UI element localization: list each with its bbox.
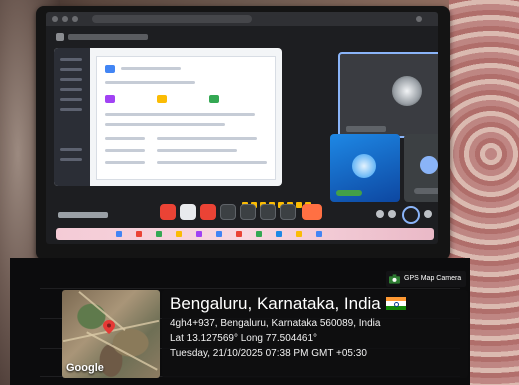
photo-scene: GPS Map Camera Google Bengaluru, Karnata… xyxy=(0,0,519,385)
india-flag-icon xyxy=(385,297,406,310)
present-button[interactable] xyxy=(220,204,236,220)
window-dot-icon xyxy=(72,16,78,22)
end-call-button[interactable] xyxy=(302,204,322,220)
shared-screen-tile xyxy=(54,48,282,186)
taskbar-app-icon[interactable] xyxy=(316,231,322,237)
meeting-title-blurred xyxy=(68,34,148,40)
info-icon[interactable] xyxy=(376,210,384,218)
camera-icon xyxy=(389,274,400,284)
window-dot-icon xyxy=(52,16,58,22)
doc-line xyxy=(157,137,257,140)
browser-toolbar xyxy=(46,12,438,26)
sidebar-line xyxy=(60,78,82,81)
taskbar-app-icon[interactable] xyxy=(256,231,262,237)
activities-icon[interactable] xyxy=(402,206,420,224)
doc-line xyxy=(105,123,225,126)
raise-hand-button[interactable] xyxy=(260,204,276,220)
menu-icon xyxy=(416,16,422,22)
people-icon[interactable] xyxy=(388,210,396,218)
window-dot-icon xyxy=(62,16,68,22)
taskbar-app-icon[interactable] xyxy=(156,231,162,237)
doc-line xyxy=(105,137,145,140)
url-bar xyxy=(92,15,252,23)
doc-line xyxy=(105,113,255,116)
participant-tile-avatar[interactable] xyxy=(338,52,438,138)
taskbar-app-icon[interactable] xyxy=(236,231,242,237)
reactions-button[interactable] xyxy=(240,204,256,220)
meeting-time-blurred xyxy=(58,212,108,218)
participant-avatar xyxy=(352,154,376,178)
doc-line xyxy=(105,81,195,84)
taskbar-app-icon[interactable] xyxy=(196,231,202,237)
taskbar-app-icon[interactable] xyxy=(116,231,122,237)
chat-icon[interactable] xyxy=(424,210,432,218)
sidebar-line xyxy=(60,148,82,151)
sidebar-line xyxy=(60,68,82,71)
shared-sidebar xyxy=(54,48,90,186)
camera-button[interactable] xyxy=(180,204,196,220)
map-pin-icon xyxy=(102,320,116,334)
participant-tag xyxy=(414,188,438,194)
gps-badge-label: GPS Map Camera xyxy=(404,275,462,282)
doc-line xyxy=(105,161,145,164)
location-title-row: Bengaluru, Karnataka, India xyxy=(170,294,406,314)
participant-tile-blue[interactable] xyxy=(330,134,400,202)
doc-line xyxy=(105,149,145,152)
sidebar-line xyxy=(60,58,82,61)
doc-chip xyxy=(209,95,219,103)
location-title: Bengaluru, Karnataka, India xyxy=(170,294,381,313)
map-google-label: Google xyxy=(66,362,104,374)
participant-tag xyxy=(336,190,362,196)
mic-off-button[interactable] xyxy=(160,204,176,220)
more-options-button[interactable] xyxy=(280,204,296,220)
taskbar-app-icon[interactable] xyxy=(216,231,222,237)
sidebar-line xyxy=(60,98,82,101)
doc-chip xyxy=(105,95,115,103)
os-taskbar xyxy=(56,228,434,240)
call-controls xyxy=(160,204,330,220)
sidebar-line xyxy=(60,88,82,91)
location-datetime: Tuesday, 21/10/2025 07:38 PM GMT +05:30 xyxy=(170,348,367,359)
meeting-title-area xyxy=(56,32,176,42)
sidebar-line xyxy=(60,158,82,161)
location-info-box: Bengaluru, Karnataka, India 4gh4+937, Be… xyxy=(162,290,468,378)
map-thumbnail: Google xyxy=(62,290,160,378)
taskbar-app-icon[interactable] xyxy=(276,231,282,237)
location-coordinates: Lat 13.127569° Long 77.504461° xyxy=(170,333,318,344)
doc-line xyxy=(157,161,267,164)
taskbar-app-icon[interactable] xyxy=(136,231,142,237)
doc-line xyxy=(157,149,237,152)
captions-button[interactable] xyxy=(200,204,216,220)
sidebar-line xyxy=(60,108,82,111)
shared-document xyxy=(96,56,276,180)
participant-name-blurred xyxy=(346,126,386,132)
meet-icon xyxy=(56,33,64,41)
participant-avatar xyxy=(420,156,438,174)
participant-tile-group[interactable] xyxy=(404,134,438,202)
participant-avatar xyxy=(392,76,422,106)
doc-chip xyxy=(157,95,167,103)
taskbar-app-icon[interactable] xyxy=(176,231,182,237)
gps-camera-badge: GPS Map Camera xyxy=(386,271,466,287)
doc-chip xyxy=(105,65,115,73)
location-address: 4gh4+937, Bengaluru, Karnataka 560089, I… xyxy=(170,318,381,329)
key-row xyxy=(40,288,460,289)
side-controls xyxy=(376,206,436,224)
doc-line xyxy=(121,67,181,70)
laptop-screen xyxy=(46,12,438,244)
taskbar-app-icon[interactable] xyxy=(296,231,302,237)
